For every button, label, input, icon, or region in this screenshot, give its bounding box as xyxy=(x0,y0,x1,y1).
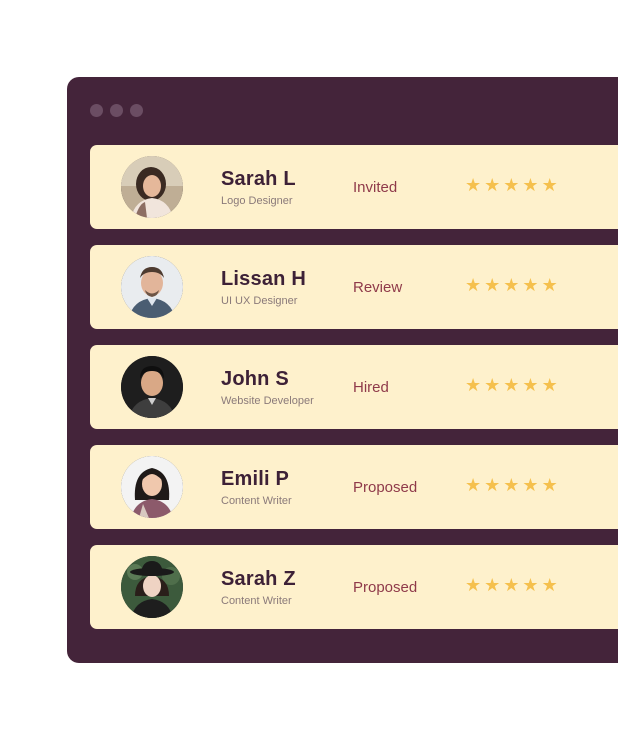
star-icon: ★ xyxy=(484,575,501,595)
status-label: Proposed xyxy=(353,579,418,596)
status-label: Proposed xyxy=(353,479,418,496)
woman-portrait-avatar-icon xyxy=(121,456,183,518)
candidate-name: Sarah L xyxy=(221,168,296,190)
star-rating: ★ ★ ★ ★ ★ xyxy=(465,575,558,595)
candidate-row[interactable]: John S Website Developer Hired ★ ★ ★ ★ ★ xyxy=(90,345,618,429)
star-icon: ★ xyxy=(465,175,482,195)
star-icon: ★ xyxy=(522,575,539,595)
man-portrait-avatar-icon xyxy=(121,256,183,318)
candidate-row[interactable]: Emili P Content Writer Proposed ★ ★ ★ ★ … xyxy=(90,445,618,529)
status-label: Hired xyxy=(353,379,389,396)
candidate-name: John S xyxy=(221,368,289,390)
star-icon: ★ xyxy=(522,275,539,295)
star-icon: ★ xyxy=(541,575,558,595)
candidate-list: Sarah L Logo Designer Invited ★ ★ ★ ★ ★ xyxy=(90,145,618,645)
candidate-row[interactable]: Sarah Z Content Writer Proposed ★ ★ ★ ★ … xyxy=(90,545,618,629)
man-portrait-avatar-icon xyxy=(121,356,183,418)
window-control-dot[interactable] xyxy=(90,104,103,117)
status-label: Review xyxy=(353,279,403,296)
candidate-row[interactable]: Lissan H UI UX Designer Review ★ ★ ★ ★ ★ xyxy=(90,245,618,329)
star-icon: ★ xyxy=(503,175,520,195)
candidate-role: Content Writer xyxy=(221,495,292,507)
star-icon: ★ xyxy=(465,575,482,595)
star-icon: ★ xyxy=(465,375,482,395)
candidate-name: Lissan H xyxy=(221,268,306,290)
candidate-name: Emili P xyxy=(221,468,290,490)
window-control-dot[interactable] xyxy=(130,104,143,117)
status-label: Invited xyxy=(353,179,398,196)
candidate-role: Content Writer xyxy=(221,595,292,607)
candidate-name: Sarah Z xyxy=(221,568,296,590)
star-icon: ★ xyxy=(484,175,501,195)
star-icon: ★ xyxy=(522,375,539,395)
avatar xyxy=(121,456,183,518)
avatar xyxy=(121,156,183,218)
star-icon: ★ xyxy=(484,375,501,395)
star-icon: ★ xyxy=(484,475,501,495)
star-icon: ★ xyxy=(541,375,558,395)
star-rating: ★ ★ ★ ★ ★ xyxy=(465,475,558,495)
avatar xyxy=(121,556,183,618)
woman-portrait-avatar-icon xyxy=(121,156,183,218)
star-icon: ★ xyxy=(522,175,539,195)
avatar xyxy=(121,356,183,418)
star-icon: ★ xyxy=(503,475,520,495)
star-rating: ★ ★ ★ ★ ★ xyxy=(465,375,558,395)
star-icon: ★ xyxy=(541,275,558,295)
star-icon: ★ xyxy=(503,575,520,595)
star-icon: ★ xyxy=(503,275,520,295)
star-icon: ★ xyxy=(484,275,501,295)
star-rating: ★ ★ ★ ★ ★ xyxy=(465,175,558,195)
star-icon: ★ xyxy=(541,475,558,495)
candidate-role: Logo Designer xyxy=(221,195,293,207)
candidate-role: Website Developer xyxy=(221,395,314,407)
window-controls xyxy=(90,104,143,117)
candidate-role: UI UX Designer xyxy=(221,295,298,307)
window-control-dot[interactable] xyxy=(110,104,123,117)
star-icon: ★ xyxy=(522,475,539,495)
star-icon: ★ xyxy=(465,475,482,495)
avatar xyxy=(121,256,183,318)
star-icon: ★ xyxy=(465,275,482,295)
star-icon: ★ xyxy=(541,175,558,195)
candidate-row[interactable]: Sarah L Logo Designer Invited ★ ★ ★ ★ ★ xyxy=(90,145,618,229)
woman-hat-portrait-avatar-icon xyxy=(121,556,183,618)
star-rating: ★ ★ ★ ★ ★ xyxy=(465,275,558,295)
app-window: Sarah L Logo Designer Invited ★ ★ ★ ★ ★ xyxy=(67,77,618,663)
star-icon: ★ xyxy=(503,375,520,395)
